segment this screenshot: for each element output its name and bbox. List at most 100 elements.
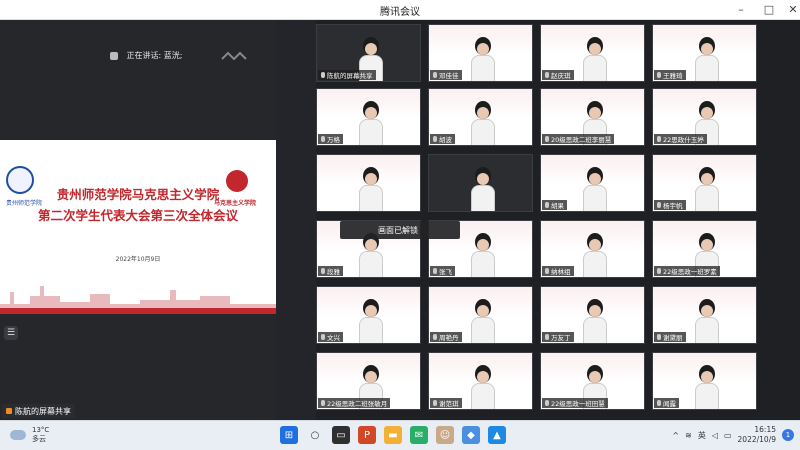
shared-screen-pane: 正在讲话: 蓝洸; 贵州师范学院 马克思主义学院 贵州师范学院马克思主义学院 第…	[0, 20, 276, 420]
participant-name-label: 杨宇帆	[654, 200, 686, 210]
notification-badge[interactable]: 1	[782, 429, 794, 441]
participant-tile[interactable]: 胡果	[540, 154, 645, 212]
participant-tile[interactable]: 万格	[316, 88, 421, 146]
weather-widget[interactable]: 13°C 多云	[10, 426, 49, 444]
mic-icon	[545, 72, 549, 78]
mic-icon	[433, 136, 437, 142]
participant-tile[interactable]	[428, 154, 533, 212]
participant-tile[interactable]: 20级思政二班李丽慧	[540, 88, 645, 146]
screen-share-badge: 陈航的屏幕共享	[2, 404, 75, 418]
ime-indicator[interactable]: 英	[698, 430, 706, 441]
search-icon[interactable]: ○	[306, 426, 324, 444]
task-view-icon[interactable]: ▭	[332, 426, 350, 444]
slide-date: 2022年10月9日	[115, 256, 161, 263]
powerpoint-icon[interactable]: P	[358, 426, 376, 444]
participant-tile[interactable]: 闻露	[652, 352, 757, 410]
participant-video	[471, 167, 495, 211]
participant-tile[interactable]: 赵庆琪	[540, 24, 645, 82]
participant-tile[interactable]: 文兴	[316, 286, 421, 344]
battery-icon[interactable]: ▭	[724, 431, 732, 440]
weather-temp: 13°C	[32, 426, 50, 434]
participant-video	[359, 233, 383, 277]
participant-tile[interactable]: 杨宇帆	[652, 154, 757, 212]
participant-video	[695, 365, 719, 409]
mic-icon	[433, 268, 437, 274]
participant-name: 22级思政二班张敏月	[327, 400, 388, 408]
participant-name: 万友丁	[551, 334, 571, 342]
participant-tile[interactable]: 纳林组	[540, 220, 645, 278]
participant-tile[interactable]: 谢黛丽	[652, 286, 757, 344]
participant-name: 22思政什玉婷	[663, 136, 704, 144]
participant-video	[695, 299, 719, 343]
taskbar: 13°C 多云 ⊞ ○ ▭ P ▬ ✉ ☺ ◆ ▲ ^ ≋ 英 ◁ ▭ 16:1…	[0, 420, 800, 450]
participant-name-label: 段雅	[318, 266, 343, 276]
mic-icon	[545, 202, 549, 208]
participant-video	[359, 299, 383, 343]
participant-tile[interactable]: 周艳丹	[428, 286, 533, 344]
volume-icon[interactable]: ◁	[712, 431, 718, 440]
participant-name: 胡波	[439, 136, 452, 144]
wifi-icon[interactable]: ≋	[685, 431, 692, 440]
participant-video	[583, 167, 607, 211]
participant-tile[interactable]: 王雅琦	[652, 24, 757, 82]
participant-name: 杨宇帆	[663, 202, 683, 210]
taskbar-apps: ⊞ ○ ▭ P ▬ ✉ ☺ ◆ ▲	[280, 426, 506, 444]
participant-video	[471, 101, 495, 145]
city-skyline-graphic	[0, 286, 276, 314]
participant-video	[583, 299, 607, 343]
participant-name-label: 22级思政二班张敏月	[318, 398, 391, 408]
participant-video	[471, 233, 495, 277]
mic-icon	[545, 400, 549, 406]
participant-video	[695, 37, 719, 81]
chevron-up-icon[interactable]: ^	[672, 431, 679, 440]
meeting-area: 正在讲话: 蓝洸; 贵州师范学院 马克思主义学院 贵州师范学院马克思主义学院 第…	[0, 20, 800, 420]
slide-title-line2: 第二次学生代表大会第三次全体会议	[37, 208, 238, 223]
clock-time: 16:15	[754, 425, 776, 434]
participant-tile[interactable]: 万友丁	[540, 286, 645, 344]
mic-icon	[657, 136, 661, 142]
participant-name-label: 赵庆琪	[542, 70, 574, 80]
share-badge-label: 陈航的屏幕共享	[15, 406, 71, 416]
mic-icon	[433, 334, 437, 340]
app-icon[interactable]: ◆	[462, 426, 480, 444]
participant-tile[interactable]: 22思政什玉婷	[652, 88, 757, 146]
sidebar-toggle-button[interactable]: ☰	[4, 326, 18, 340]
minimize-button[interactable]: –	[730, 0, 752, 20]
unlock-toast: 画面已解锁	[340, 221, 460, 239]
close-button[interactable]: ✕	[782, 0, 800, 20]
participant-name-label: 张飞	[430, 266, 455, 276]
speaking-indicator: 正在讲话: 蓝洸;	[110, 50, 182, 61]
profile-app-icon[interactable]: ☺	[436, 426, 454, 444]
clock[interactable]: 16:15 2022/10/9	[738, 425, 776, 445]
participant-video	[583, 37, 607, 81]
participant-name-label: 万格	[318, 134, 343, 144]
wechat-icon[interactable]: ✉	[410, 426, 428, 444]
maximize-button[interactable]: □	[758, 0, 780, 20]
participant-name: 张飞	[439, 268, 452, 276]
participant-tile[interactable]: 邓佳佳	[428, 24, 533, 82]
participant-tile[interactable]: 22级思政二班张敏月	[316, 352, 421, 410]
participant-tile[interactable]: 谢范琪	[428, 352, 533, 410]
participant-name: 万格	[327, 136, 340, 144]
mic-icon	[657, 334, 661, 340]
mic-icon	[545, 334, 549, 340]
mic-icon	[110, 51, 118, 60]
windows-start-icon[interactable]: ⊞	[280, 426, 298, 444]
participant-name-label: 陈航的屏幕共享	[318, 70, 376, 80]
participant-grid: 陈航的屏幕共享 邓佳佳 赵庆琪 王雅琦万格 胡波 20级思政二班李丽慧 22思政什玉婷胡果 杨…	[316, 24, 762, 416]
speaking-label: 正在讲话: 蓝洸;	[126, 51, 183, 60]
participant-name-label: 22级思政一班田慧	[542, 398, 608, 408]
participant-tile[interactable]: 22级思政一班田慧	[540, 352, 645, 410]
pane-divider	[276, 20, 316, 420]
participant-tile[interactable]: 22级思政一班罗素	[652, 220, 757, 278]
participant-tile[interactable]	[316, 154, 421, 212]
participant-name-label: 谢范琪	[430, 398, 462, 408]
cloud-icon	[10, 430, 26, 440]
participant-tile[interactable]: 胡波	[428, 88, 533, 146]
mic-icon	[545, 136, 549, 142]
file-explorer-icon[interactable]: ▬	[384, 426, 402, 444]
participant-video	[359, 167, 383, 211]
tencent-meeting-icon[interactable]: ▲	[488, 426, 506, 444]
weather-desc: 多云	[32, 435, 46, 443]
participant-tile[interactable]: 陈航的屏幕共享	[316, 24, 421, 82]
